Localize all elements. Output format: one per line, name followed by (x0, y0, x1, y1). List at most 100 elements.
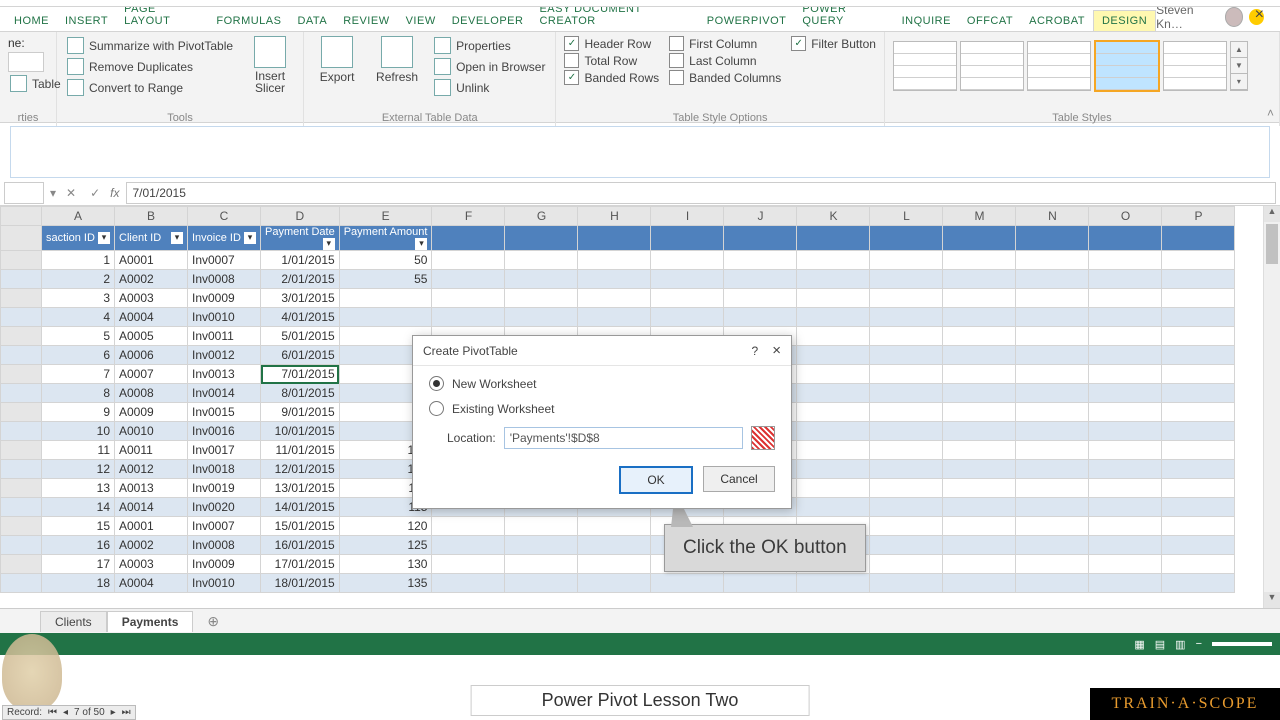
cell[interactable]: Inv0009 (188, 289, 261, 308)
cancel-formula-icon[interactable]: ✕ (62, 186, 80, 200)
cell[interactable] (1016, 460, 1089, 479)
cell[interactable]: 130 (339, 555, 432, 574)
cell[interactable] (943, 327, 1016, 346)
cell[interactable] (1162, 422, 1235, 441)
cell[interactable] (505, 555, 578, 574)
cell[interactable] (797, 251, 870, 270)
row-header[interactable] (1, 422, 42, 441)
tab-inquire[interactable]: INQUIRE (894, 11, 959, 31)
column-header[interactable]: J (724, 207, 797, 226)
cell[interactable] (797, 384, 870, 403)
table-name-input[interactable] (8, 52, 44, 72)
cell[interactable] (1016, 308, 1089, 327)
cell[interactable] (1089, 346, 1162, 365)
zoom-slider[interactable] (1212, 642, 1272, 646)
cell[interactable] (943, 270, 1016, 289)
location-input[interactable] (504, 427, 743, 449)
cell[interactable] (432, 289, 505, 308)
cell[interactable] (1089, 365, 1162, 384)
cell[interactable] (1016, 270, 1089, 289)
cell[interactable] (1162, 498, 1235, 517)
cell[interactable]: A0012 (115, 460, 188, 479)
cell[interactable] (1016, 574, 1089, 593)
cell[interactable] (1162, 403, 1235, 422)
scroll-down-icon[interactable]: ▼ (1264, 592, 1280, 608)
table-style-gallery[interactable]: ▲▼▾ (893, 36, 1248, 92)
opt-last-col[interactable]: Last Column (669, 53, 781, 68)
cell[interactable]: 4/01/2015 (261, 308, 340, 327)
filter-dropdown-icon[interactable]: ▾ (171, 232, 183, 244)
cell[interactable] (943, 403, 1016, 422)
cell[interactable] (505, 308, 578, 327)
cell[interactable]: 5 (42, 327, 115, 346)
tab-design[interactable]: DESIGN (1093, 10, 1156, 31)
cell[interactable]: A0006 (115, 346, 188, 365)
cell[interactable]: A0002 (115, 536, 188, 555)
cell[interactable]: A0014 (115, 498, 188, 517)
cell[interactable]: 15/01/2015 (261, 517, 340, 536)
cell[interactable] (432, 555, 505, 574)
name-box[interactable] (4, 182, 44, 204)
cell[interactable] (651, 251, 724, 270)
cell[interactable] (505, 517, 578, 536)
cell[interactable] (797, 365, 870, 384)
cancel-button[interactable]: Cancel (703, 466, 775, 492)
column-header[interactable]: H (578, 207, 651, 226)
row-header[interactable] (1, 536, 42, 555)
cell[interactable]: A0013 (115, 479, 188, 498)
tab-home[interactable]: HOME (6, 11, 57, 31)
cell[interactable] (724, 574, 797, 593)
cell[interactable] (1016, 441, 1089, 460)
row-header[interactable] (1, 365, 42, 384)
cell[interactable] (870, 327, 943, 346)
cell[interactable] (1162, 289, 1235, 308)
cell[interactable] (1016, 517, 1089, 536)
row-header[interactable] (1, 270, 42, 289)
cell[interactable] (505, 574, 578, 593)
cell[interactable] (1016, 555, 1089, 574)
cell[interactable]: 2/01/2015 (261, 270, 340, 289)
cell[interactable] (1089, 479, 1162, 498)
cell[interactable] (651, 308, 724, 327)
cell[interactable] (432, 251, 505, 270)
row-header[interactable] (1, 403, 42, 422)
cell[interactable]: Inv0017 (188, 441, 261, 460)
select-all-cell[interactable] (1, 207, 42, 226)
cell[interactable]: 4 (42, 308, 115, 327)
cell[interactable] (797, 289, 870, 308)
table-column-header[interactable]: Client ID▾ (115, 226, 188, 251)
cell[interactable]: 12 (42, 460, 115, 479)
opt-first-col[interactable]: First Column (669, 36, 781, 51)
cell[interactable] (870, 346, 943, 365)
cell[interactable] (1162, 460, 1235, 479)
enter-formula-icon[interactable]: ✓ (86, 186, 104, 200)
cell[interactable] (505, 270, 578, 289)
cell[interactable] (1016, 384, 1089, 403)
cell[interactable]: 8/01/2015 (261, 384, 340, 403)
cell[interactable] (578, 555, 651, 574)
first-record-icon[interactable]: ⏮ (48, 707, 57, 718)
cell[interactable]: Inv0010 (188, 308, 261, 327)
cell[interactable] (1089, 536, 1162, 555)
cell[interactable] (870, 270, 943, 289)
cell[interactable] (1016, 327, 1089, 346)
tab-data[interactable]: DATA (289, 11, 335, 31)
cell[interactable]: 18/01/2015 (261, 574, 340, 593)
view-layout-icon[interactable]: ▤ (1155, 638, 1165, 651)
cell[interactable] (1016, 536, 1089, 555)
view-normal-icon[interactable]: ▦ (1134, 638, 1144, 651)
cell[interactable] (870, 460, 943, 479)
cell[interactable] (724, 308, 797, 327)
unlink[interactable]: Unlink (432, 78, 547, 97)
fx-icon[interactable]: fx (110, 186, 119, 200)
cell[interactable]: 1 (42, 251, 115, 270)
cell[interactable]: 17/01/2015 (261, 555, 340, 574)
cell[interactable] (505, 251, 578, 270)
cell[interactable] (870, 441, 943, 460)
cell[interactable] (1162, 536, 1235, 555)
cell[interactable] (505, 536, 578, 555)
column-header[interactable]: C (188, 207, 261, 226)
filter-dropdown-icon[interactable]: ▾ (415, 238, 427, 250)
cell[interactable]: 13 (42, 479, 115, 498)
cell[interactable] (797, 460, 870, 479)
